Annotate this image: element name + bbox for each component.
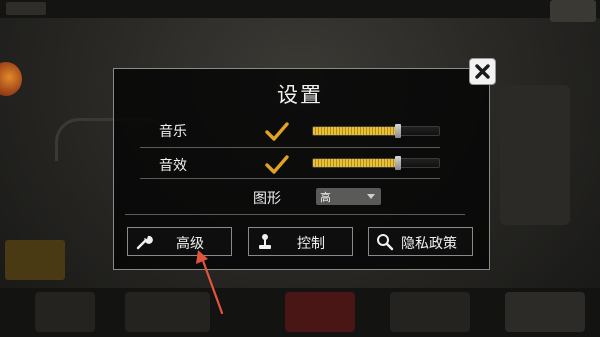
advanced-button[interactable]: 高级 (127, 227, 232, 256)
sfx-checkbox[interactable] (265, 155, 289, 175)
music-volume-thumb[interactable] (394, 124, 401, 138)
row-divider (125, 214, 465, 215)
music-volume-slider[interactable] (312, 126, 440, 136)
controls-button-label: 控制 (297, 236, 325, 252)
sfx-volume-thumb[interactable] (394, 156, 401, 170)
graphics-label: 图形 (253, 191, 281, 207)
row-divider (140, 178, 440, 179)
joystick-icon (259, 234, 271, 249)
music-volume-fill (313, 127, 398, 135)
background-top-item (6, 2, 46, 15)
privacy-policy-button-label: 隐私政策 (401, 236, 457, 252)
advanced-button-label: 高级 (176, 236, 204, 252)
privacy-policy-button[interactable]: 隐私政策 (368, 227, 473, 256)
background-bottom-button (390, 292, 470, 332)
wrench-icon (136, 235, 153, 250)
sfx-volume-slider[interactable] (312, 158, 440, 168)
close-icon (475, 64, 490, 79)
chevron-down-icon (367, 194, 375, 199)
background-bottom-button (505, 292, 585, 332)
sfx-volume-fill (313, 159, 398, 167)
music-label: 音乐 (159, 124, 187, 140)
controls-button[interactable]: 控制 (248, 227, 353, 256)
row-divider (140, 147, 440, 148)
background-bottom-button (285, 292, 355, 332)
background-bottom-button (125, 292, 210, 332)
graphics-quality-value: 高 (320, 191, 331, 204)
close-button[interactable] (469, 58, 496, 85)
music-checkbox[interactable] (265, 122, 289, 142)
graphics-quality-select[interactable]: 高 (316, 188, 381, 205)
dialog-title: 设置 (277, 83, 323, 107)
magnifier-icon (377, 234, 394, 251)
background-bottom-button (35, 292, 95, 332)
background-top-bar (0, 0, 600, 18)
background-top-right-item (550, 0, 596, 22)
sfx-label: 音效 (159, 158, 187, 174)
background-cargo (5, 240, 65, 280)
